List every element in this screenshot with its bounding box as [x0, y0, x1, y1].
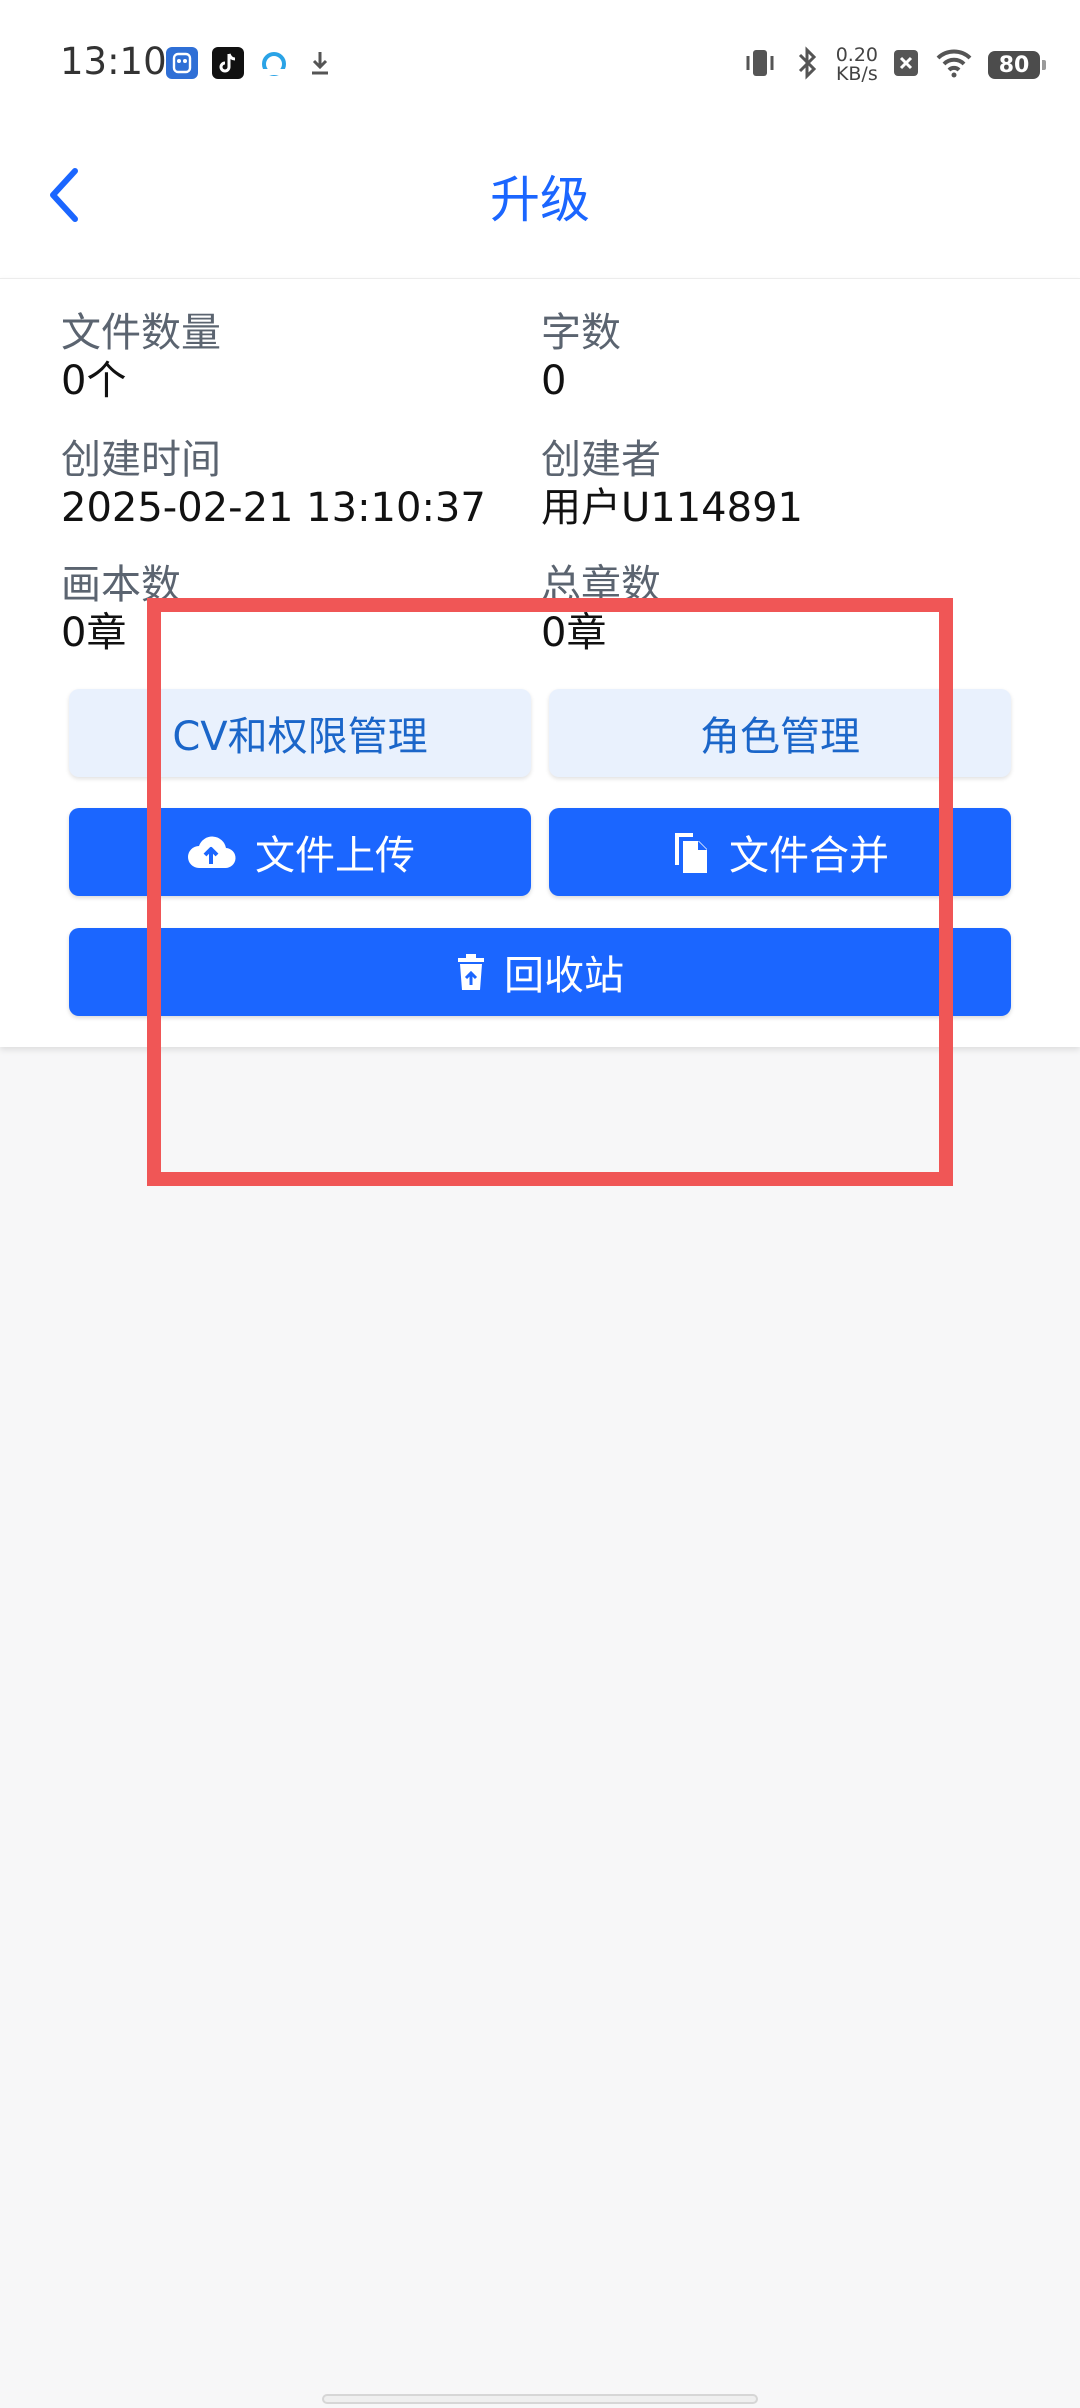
picture-count: 画本数 0章 [61, 561, 181, 657]
trash-icon [458, 954, 484, 990]
picture-count-label: 画本数 [61, 562, 181, 608]
cloud-app-icon [258, 47, 290, 79]
file-merge-button[interactable]: 文件合并 [549, 808, 1011, 896]
created-time-value: 2025-02-21 13:10:37 [61, 485, 486, 531]
file-upload-button[interactable]: 文件上传 [69, 808, 531, 896]
cloud-upload-icon [188, 836, 236, 869]
recycle-bin-button[interactable]: 回收站 [69, 928, 1011, 1016]
status-bar: 13:10 0.20 KB/s 80 [0, 0, 1080, 130]
no-sim-icon [892, 47, 920, 83]
file-merge-label: 文件合并 [729, 833, 889, 879]
picture-count-value: 0章 [61, 610, 127, 656]
role-management-label: 角色管理 [700, 714, 860, 760]
creator: 创建者 用户U114891 [541, 436, 803, 532]
bluetooth-icon [792, 45, 822, 85]
battery-indicator: 80 [988, 51, 1046, 79]
file-count: 文件数量 0个 [61, 309, 221, 405]
recycle-bin-label: 回收站 [504, 953, 624, 999]
creator-label: 创建者 [541, 437, 661, 483]
home-indicator[interactable] [322, 2394, 758, 2404]
role-management-button[interactable]: 角色管理 [549, 689, 1011, 777]
word-count-value: 0 [541, 358, 567, 404]
status-time: 13:10 [60, 40, 167, 83]
tiktok-icon [212, 47, 244, 79]
created-time-label: 创建时间 [61, 437, 221, 483]
header: 升级 [0, 130, 1080, 278]
total-chapters-value: 0章 [541, 610, 607, 656]
word-count: 字数 0 [541, 309, 621, 405]
app-icon [166, 47, 198, 79]
word-count-label: 字数 [541, 310, 621, 356]
created-time: 创建时间 2025-02-21 13:10:37 [61, 436, 486, 532]
project-info-card: 文件数量 0个 字数 0 创建时间 2025-02-21 13:10:37 创建… [0, 278, 1080, 1047]
status-icons: 0.20 KB/s 80 [742, 40, 1046, 90]
creator-value: 用户U114891 [541, 485, 803, 531]
vibrate-icon [742, 45, 778, 85]
download-icon [304, 47, 336, 79]
page: 13:10 0.20 KB/s 80 升级 文件数量 0个 字数 0 创建时间 … [0, 0, 1080, 2408]
file-count-label: 文件数量 [61, 310, 221, 356]
wifi-icon [934, 47, 974, 83]
net-speed: 0.20 KB/s [836, 46, 878, 84]
cv-permissions-button[interactable]: CV和权限管理 [69, 689, 531, 777]
copy-file-icon [675, 833, 707, 873]
total-chapters: 总章数 0章 [541, 561, 661, 657]
file-count-value: 0个 [61, 358, 127, 404]
page-title: 升级 [490, 171, 590, 229]
cv-permissions-label: CV和权限管理 [172, 714, 428, 760]
total-chapters-label: 总章数 [541, 562, 661, 608]
file-upload-label: 文件上传 [255, 833, 415, 879]
net-speed-unit: KB/s [835, 63, 878, 85]
